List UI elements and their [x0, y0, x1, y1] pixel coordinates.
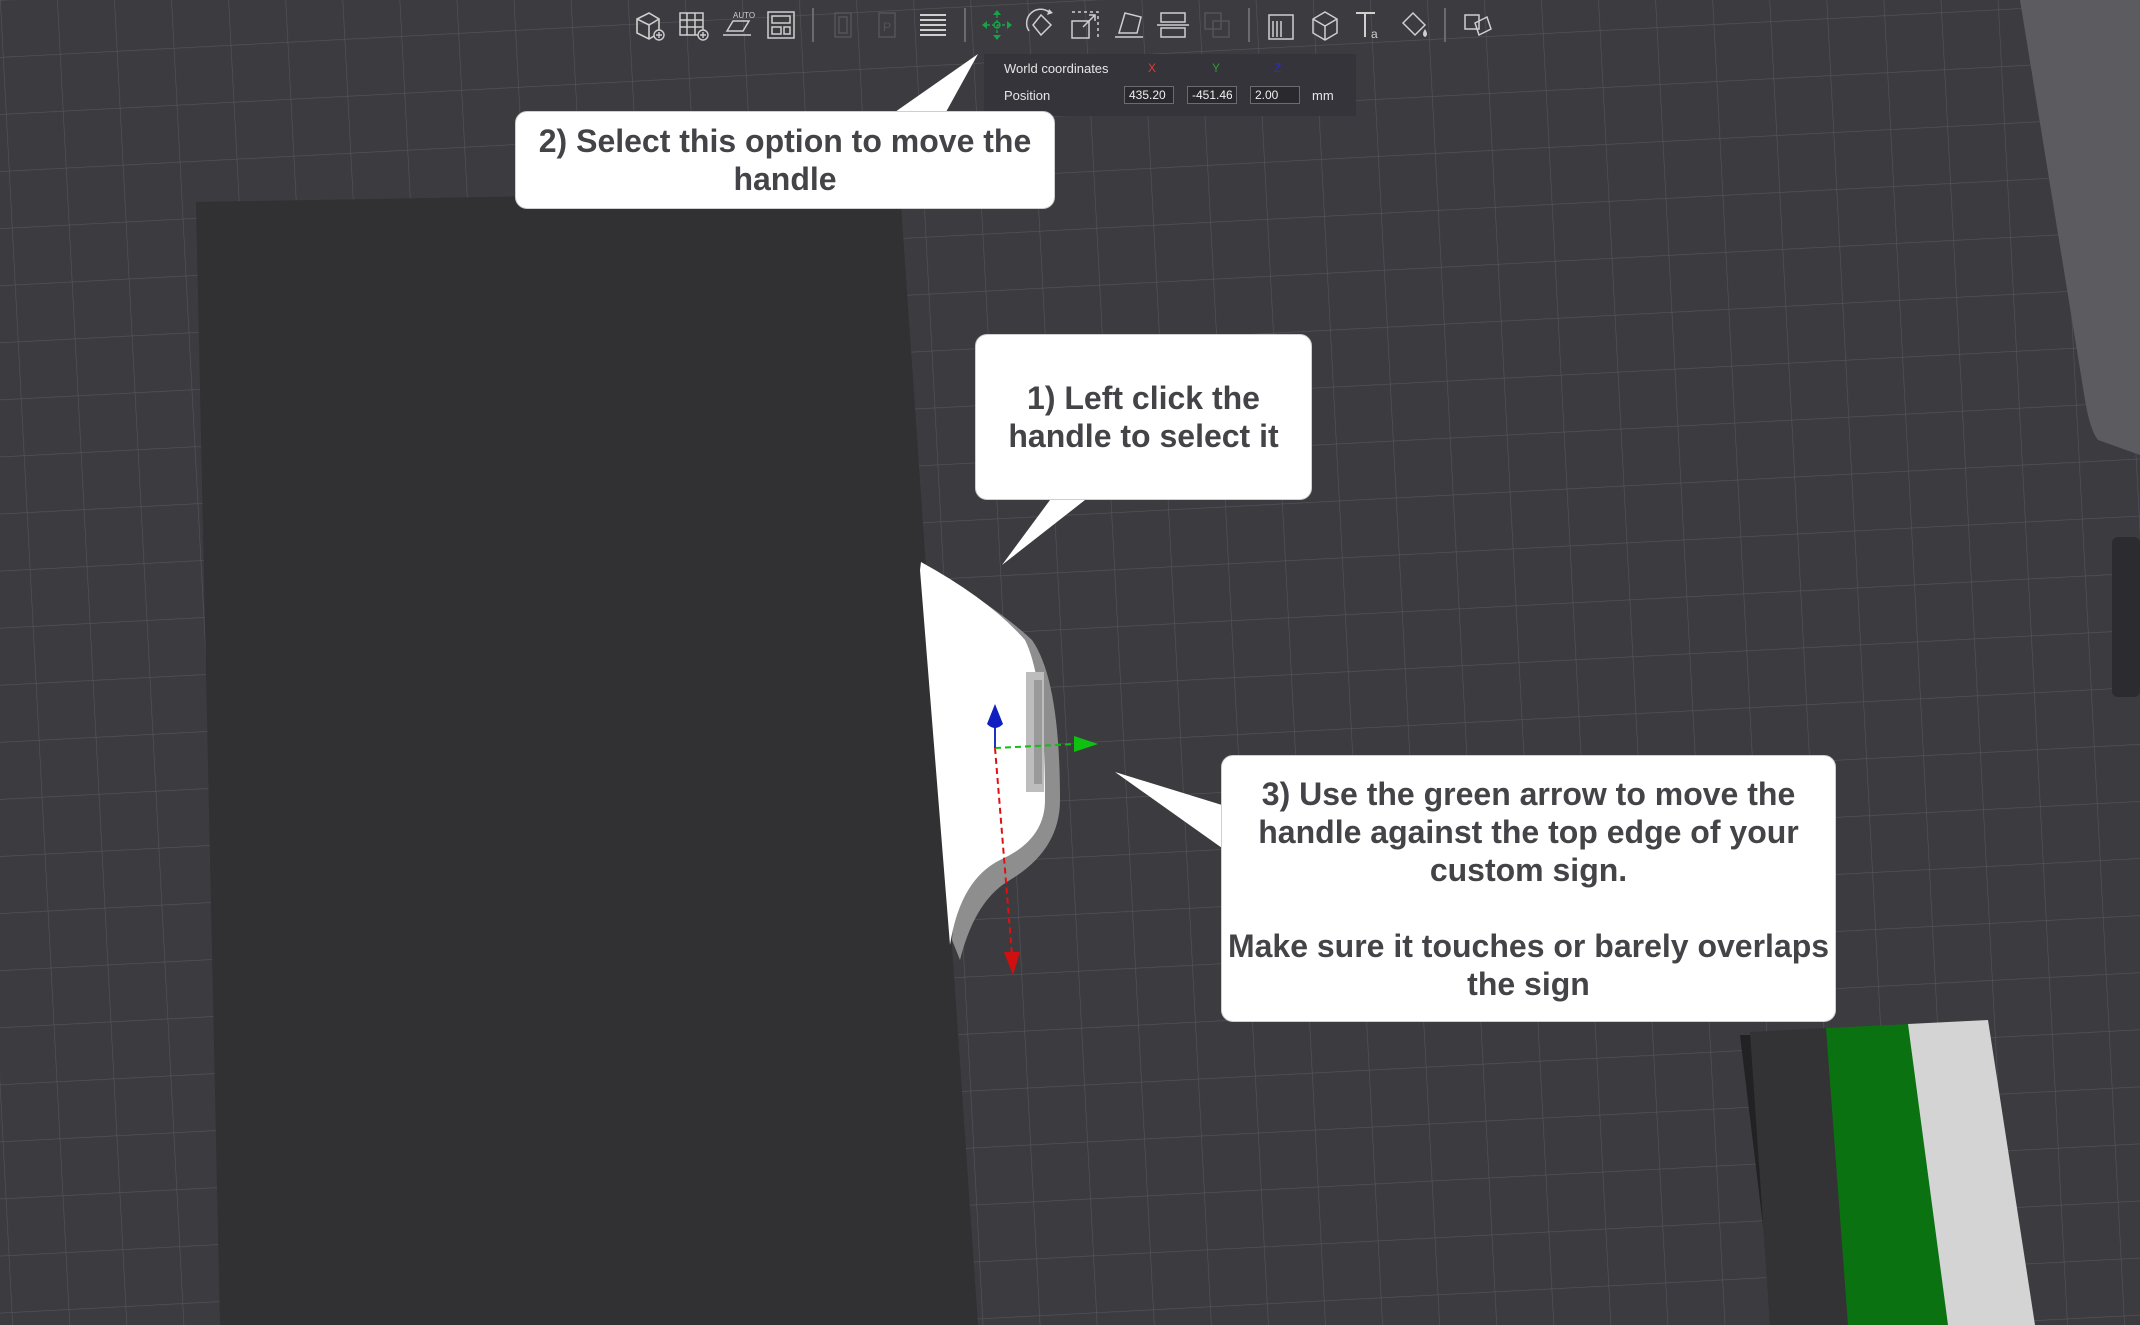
support-paint-button[interactable] — [1262, 6, 1300, 44]
seam-paint-icon — [1312, 11, 1338, 41]
callout-step-3: 3) Use the green arrow to move the handl… — [1221, 755, 1836, 1022]
position-x-input[interactable] — [1124, 86, 1174, 104]
svg-text:a: a — [1371, 27, 1378, 41]
cut-button[interactable] — [1154, 6, 1192, 44]
copy-icon — [834, 12, 852, 38]
move-tool-button[interactable] — [978, 6, 1016, 44]
layers-icon — [920, 14, 946, 36]
build-plate-scene — [0, 0, 2140, 1325]
text-tool-button[interactable]: a — [1350, 6, 1388, 44]
copy-button[interactable] — [826, 6, 864, 44]
auto-orient-icon: AUTO — [723, 11, 755, 36]
boolean-button[interactable] — [1198, 6, 1236, 44]
boolean-icon — [1204, 12, 1230, 38]
axis-y-label: Y — [1212, 61, 1221, 75]
assembly-button[interactable] — [1458, 6, 1496, 44]
svg-text:AUTO: AUTO — [733, 11, 755, 20]
main-toolbar: AUTO P a — [630, 2, 1496, 48]
scale-tool-button[interactable] — [1066, 6, 1104, 44]
add-object-icon — [636, 12, 665, 41]
layout-button[interactable] — [762, 6, 800, 44]
lay-on-face-button[interactable] — [1110, 6, 1148, 44]
callout-step-3-note: Make sure it touches or barely overlaps … — [1227, 927, 1830, 1002]
toolbar-separator — [1444, 8, 1446, 42]
add-object-button[interactable] — [630, 6, 668, 44]
assembly-icon — [1464, 14, 1492, 37]
color-paint-button[interactable] — [1394, 6, 1432, 44]
position-label: Position — [1004, 88, 1051, 103]
axis-z-label: Z — [1274, 61, 1282, 75]
seam-paint-button[interactable] — [1306, 6, 1344, 44]
position-z-input[interactable] — [1250, 86, 1300, 104]
layers-button[interactable] — [914, 6, 952, 44]
callout-step-3-text: 3) Use the green arrow to move the handl… — [1258, 775, 1799, 888]
scale-icon — [1071, 11, 1099, 39]
paste-button[interactable]: P — [870, 6, 908, 44]
toolbar-separator — [812, 8, 814, 42]
toolbar-separator — [1248, 8, 1250, 42]
plate-layout-icon — [767, 11, 795, 39]
sign-body[interactable] — [196, 190, 978, 1325]
lay-on-face-icon — [1115, 12, 1143, 38]
coordinates-title: World coordinates — [1004, 61, 1109, 76]
move-icon — [982, 10, 1012, 40]
auto-orient-button[interactable]: AUTO — [718, 6, 756, 44]
callout-step-2: 2) Select this option to move the handle — [515, 111, 1055, 209]
axis-x-label: X — [1148, 61, 1157, 75]
position-y-input[interactable] — [1187, 86, 1237, 104]
color-strip-object — [1740, 1020, 2035, 1325]
callout-step-1: 1) Left click the handle to select it — [975, 334, 1312, 500]
callout-step-2-text: 2) Select this option to move the handle — [538, 123, 1032, 197]
rotate-icon — [1025, 8, 1053, 37]
paste-icon: P — [878, 12, 896, 38]
coordinates-panel: World coordinates X Y Z Position mm — [984, 54, 1356, 116]
text-icon: a — [1356, 12, 1378, 41]
cut-icon — [1157, 12, 1189, 38]
toolbar-separator — [964, 8, 966, 42]
rotate-tool-button[interactable] — [1022, 6, 1060, 44]
arrange-grid-icon — [679, 12, 709, 41]
svg-text:P: P — [883, 20, 891, 34]
position-unit: mm — [1312, 88, 1334, 103]
color-paint-icon — [1401, 11, 1427, 37]
plate-clip — [2112, 537, 2140, 697]
support-paint-icon — [1268, 14, 1294, 40]
arrange-button[interactable] — [674, 6, 712, 44]
callout-step-1-text: 1) Left click the handle to select it — [1008, 380, 1279, 454]
